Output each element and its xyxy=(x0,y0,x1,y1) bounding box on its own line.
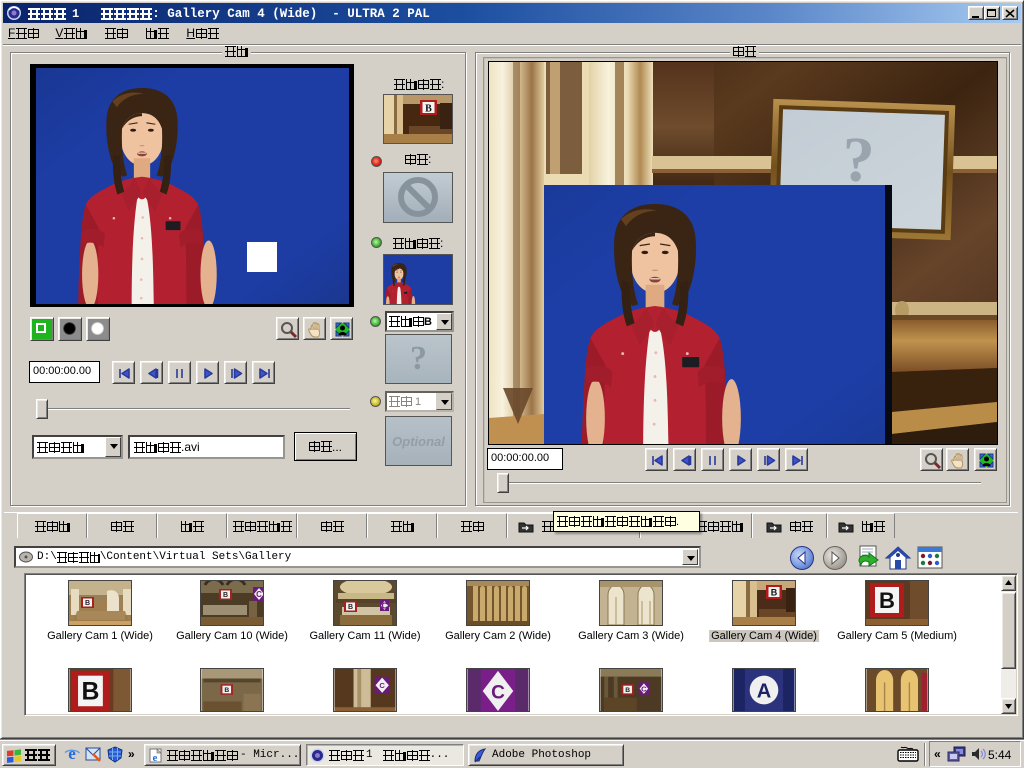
svg-text:C: C xyxy=(382,602,388,611)
svg-text:B: B xyxy=(425,104,432,115)
svg-text:A: A xyxy=(757,681,771,703)
svg-text:B: B xyxy=(879,588,895,613)
svg-text:B: B xyxy=(348,604,353,611)
svg-text:C: C xyxy=(491,683,505,704)
svg-text:B: B xyxy=(224,687,229,694)
svg-text:B: B xyxy=(625,687,630,694)
svg-text:C: C xyxy=(379,681,385,690)
svg-text:e: e xyxy=(68,745,76,763)
svg-text:C: C xyxy=(256,590,262,599)
svg-text:C: C xyxy=(641,684,647,693)
svg-text:?: ? xyxy=(841,123,875,195)
svg-text:B: B xyxy=(81,679,99,706)
svg-text:B: B xyxy=(223,592,228,599)
svg-text:B: B xyxy=(771,588,778,598)
svg-text:B: B xyxy=(85,600,90,607)
svg-text:e: e xyxy=(153,752,158,763)
